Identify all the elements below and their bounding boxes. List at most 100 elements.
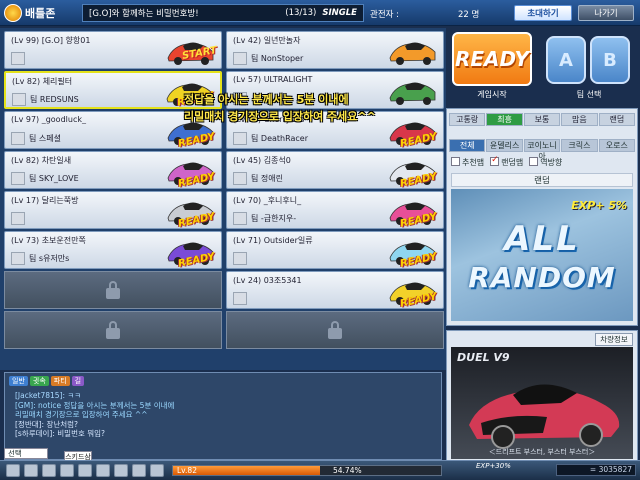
team-emblem-icon xyxy=(233,132,247,145)
filter-reverse[interactable]: 역방향 xyxy=(529,157,562,168)
quickslot-2-icon[interactable] xyxy=(24,464,38,477)
tab-theme-4[interactable]: 오로스 xyxy=(598,139,636,152)
quickslot-7-icon[interactable] xyxy=(114,464,128,477)
chat-panel: 일반 귓속 파티 길 [Jacket7815]: ㅋㅋ [GM]: notice 정답을… xyxy=(4,372,442,460)
quickslot-4-icon[interactable] xyxy=(60,464,74,477)
chat-line: [GM]: notice 정답을 아시는 분께서는 5분 이내에 xyxy=(15,400,175,410)
track-name: 랜덤 xyxy=(451,173,633,187)
car-info-button[interactable]: 차량정보 xyxy=(595,333,633,346)
filter-recommended[interactable]: 추천맵 xyxy=(451,157,484,168)
app-title: 배틀존 xyxy=(25,7,56,20)
chat-filters: 일반 귓속 파티 길 xyxy=(9,376,85,386)
tab-theme-all[interactable]: 전체 xyxy=(449,139,486,152)
player-slot[interactable]: (Lv 82) 차탄일새 팀 SKY_LOVE READY xyxy=(4,151,222,190)
team-name: 팀 SKY_LOVE xyxy=(29,174,79,183)
tab-difficulty-hardest[interactable]: 고통랑 xyxy=(449,113,486,126)
invite-button[interactable]: 초대하기 xyxy=(514,5,572,21)
spectator-count: 22 명 xyxy=(458,10,480,20)
tab-difficulty-best[interactable]: 최흥 xyxy=(486,113,523,126)
player-slot[interactable]: (Lv 17) 달리는쭉방 READY xyxy=(4,191,222,230)
tab-difficulty-random[interactable]: 랜덤 xyxy=(598,113,636,126)
ready-button[interactable]: READY xyxy=(452,32,532,86)
team-a-button[interactable]: A xyxy=(546,36,586,84)
player-name: (Lv 42) 일년만놀자 xyxy=(233,36,301,45)
gm-notice: 정답을 아시는 분께서는 5분 이내에 리밀매치 경기장으로 입장하여 주세요^… xyxy=(184,91,484,125)
ready-caption: 게임시작 xyxy=(477,90,507,99)
team-emblem-icon xyxy=(233,212,247,225)
progress-percent: 54.74% xyxy=(333,466,362,475)
money-display: = 3035827 xyxy=(556,464,636,476)
level-label: Lv.82 xyxy=(177,466,197,475)
notice-line-2: 리밀매치 경기장으로 입장하여 주세요^^ xyxy=(184,110,376,123)
filter-random[interactable]: 랜덤맵 xyxy=(490,155,523,168)
exit-button[interactable]: 나가기 xyxy=(578,5,634,21)
tab-difficulty-normal[interactable]: 보통 xyxy=(523,113,561,126)
tab-theme-3[interactable]: 크릭스 xyxy=(561,139,598,152)
theme-tabs: 전체 윤델리스 코이노니아 크릭스 오로스 xyxy=(449,139,636,161)
quickslot-8-icon[interactable] xyxy=(132,464,146,477)
chat-line: [Jacket7815]: ㅋㅋ xyxy=(15,391,82,400)
player-name: (Lv 99) [G.O] 향항01 xyxy=(11,36,91,45)
player-slot[interactable]: (Lv 71) Outsider일류 READY xyxy=(226,231,444,270)
player-slot[interactable]: (Lv 45) 김종석0 팀 정애린 READY xyxy=(226,151,444,190)
chat-filter-3[interactable]: 길 xyxy=(71,376,85,386)
player-slots: (Lv 99) [G.O] 향항01 START (Lv 42) 일년만놀자 팀 No… xyxy=(0,28,446,370)
track-preview: EXP+ 5% ALL RANDOM xyxy=(451,189,633,321)
player-slot[interactable]: (Lv 24) 03조5341 READY xyxy=(226,271,444,310)
team-emblem-icon xyxy=(11,172,25,185)
difficulty-tabs: 고통랑 최흥 보통 맘음 랜덤 xyxy=(447,113,637,127)
team-name: 팀 REDSUNS xyxy=(30,95,79,104)
player-name: (Lv 45) 김종석0 xyxy=(233,156,291,165)
tab-theme-2[interactable]: 코이노니아 xyxy=(523,139,561,161)
quickslot-5-icon[interactable] xyxy=(78,464,92,477)
quickslot-3-icon[interactable] xyxy=(42,464,56,477)
team-name: 팀 DeathRacer xyxy=(251,134,308,143)
chat-line: 리밀매치 경기장으로 입장하여 주세요 ^^ xyxy=(15,410,148,419)
kart-icon xyxy=(389,42,436,65)
player-name: (Lv 82) 차탄일새 xyxy=(11,156,72,165)
chat-filter-2[interactable]: 파티 xyxy=(50,376,70,386)
player-slot[interactable]: (Lv 42) 일년만놀자팀 NonStoper xyxy=(226,31,444,69)
checkbox-icon[interactable] xyxy=(529,157,539,166)
chat-filter-0[interactable]: 일반 xyxy=(9,376,28,386)
team-name: 팀 정애린 xyxy=(251,174,283,183)
team-caption: 팀 선택 xyxy=(576,90,602,99)
tab-difficulty-easy[interactable]: 맘음 xyxy=(561,113,598,126)
team-b-button[interactable]: B xyxy=(590,36,630,84)
app-logo: 배틀존 xyxy=(4,3,74,23)
locked-slot xyxy=(4,311,222,349)
quickslot-9-icon[interactable] xyxy=(150,464,164,477)
quickslot-6-icon[interactable] xyxy=(96,464,110,477)
car-preview: DUEL V9 ＜드리프트 부스터, 부스터 부스터＞ xyxy=(451,347,633,459)
spectator-label: 관전자 : xyxy=(370,10,400,20)
chat-line: [s하루데이]: 비밀번호 뭐임? xyxy=(15,429,106,438)
player-name: (Lv 71) Outsider일류 xyxy=(233,236,313,245)
car-image xyxy=(469,384,620,449)
all-text: ALL xyxy=(504,219,580,259)
quickslot-1-icon[interactable] xyxy=(6,464,20,477)
exp-bonus: EXP+ 5% xyxy=(571,199,627,212)
team-emblem-icon xyxy=(11,132,25,145)
locked-slot xyxy=(4,271,222,309)
chat-filter-1[interactable]: 귓속 xyxy=(29,376,49,386)
team-emblem-icon xyxy=(233,252,247,265)
tab-theme-1[interactable]: 윤델리스 xyxy=(486,139,523,152)
checkbox-icon[interactable] xyxy=(451,157,460,166)
player-slot[interactable]: (Lv 99) [G.O] 향항01 START xyxy=(4,31,222,69)
track-panel: 고통랑 최흥 보통 맘음 랜덤 전체 윤델리스 코이노니아 크릭스 오로스 추천… xyxy=(446,108,638,326)
lock-icon xyxy=(106,281,120,299)
player-slot[interactable]: (Lv 73) 초보운전만쪽 팀 s유저만s READY xyxy=(4,231,222,270)
chat-channel-select[interactable]: 선택 xyxy=(4,448,48,459)
team-emblem-icon xyxy=(233,172,247,185)
top-bar: 배틀존 [G.O]와 함께하는 비밀번호방! (13/13) SINGLE 관전… xyxy=(0,0,640,26)
room-title: [G.O]와 함께하는 비밀번호방! xyxy=(89,9,199,19)
car-panel: 차량정보 DUEL V9 ＜드리프트 부스터, 부스터 부스터＞ xyxy=(446,330,638,462)
player-name: (Lv 82) 체리필터 xyxy=(12,77,73,86)
checkbox-checked-icon[interactable] xyxy=(490,155,500,166)
battlezone-icon xyxy=(4,4,22,22)
team-name: 팀 NonStoper xyxy=(251,54,304,63)
locked-slot xyxy=(226,311,444,349)
team-emblem-icon xyxy=(11,212,25,225)
player-name: (Lv 57) ULTRALIGHT xyxy=(233,75,313,84)
player-slot[interactable]: (Lv 70) _후니후니_ 팀 -급한지우- READY xyxy=(226,191,444,230)
